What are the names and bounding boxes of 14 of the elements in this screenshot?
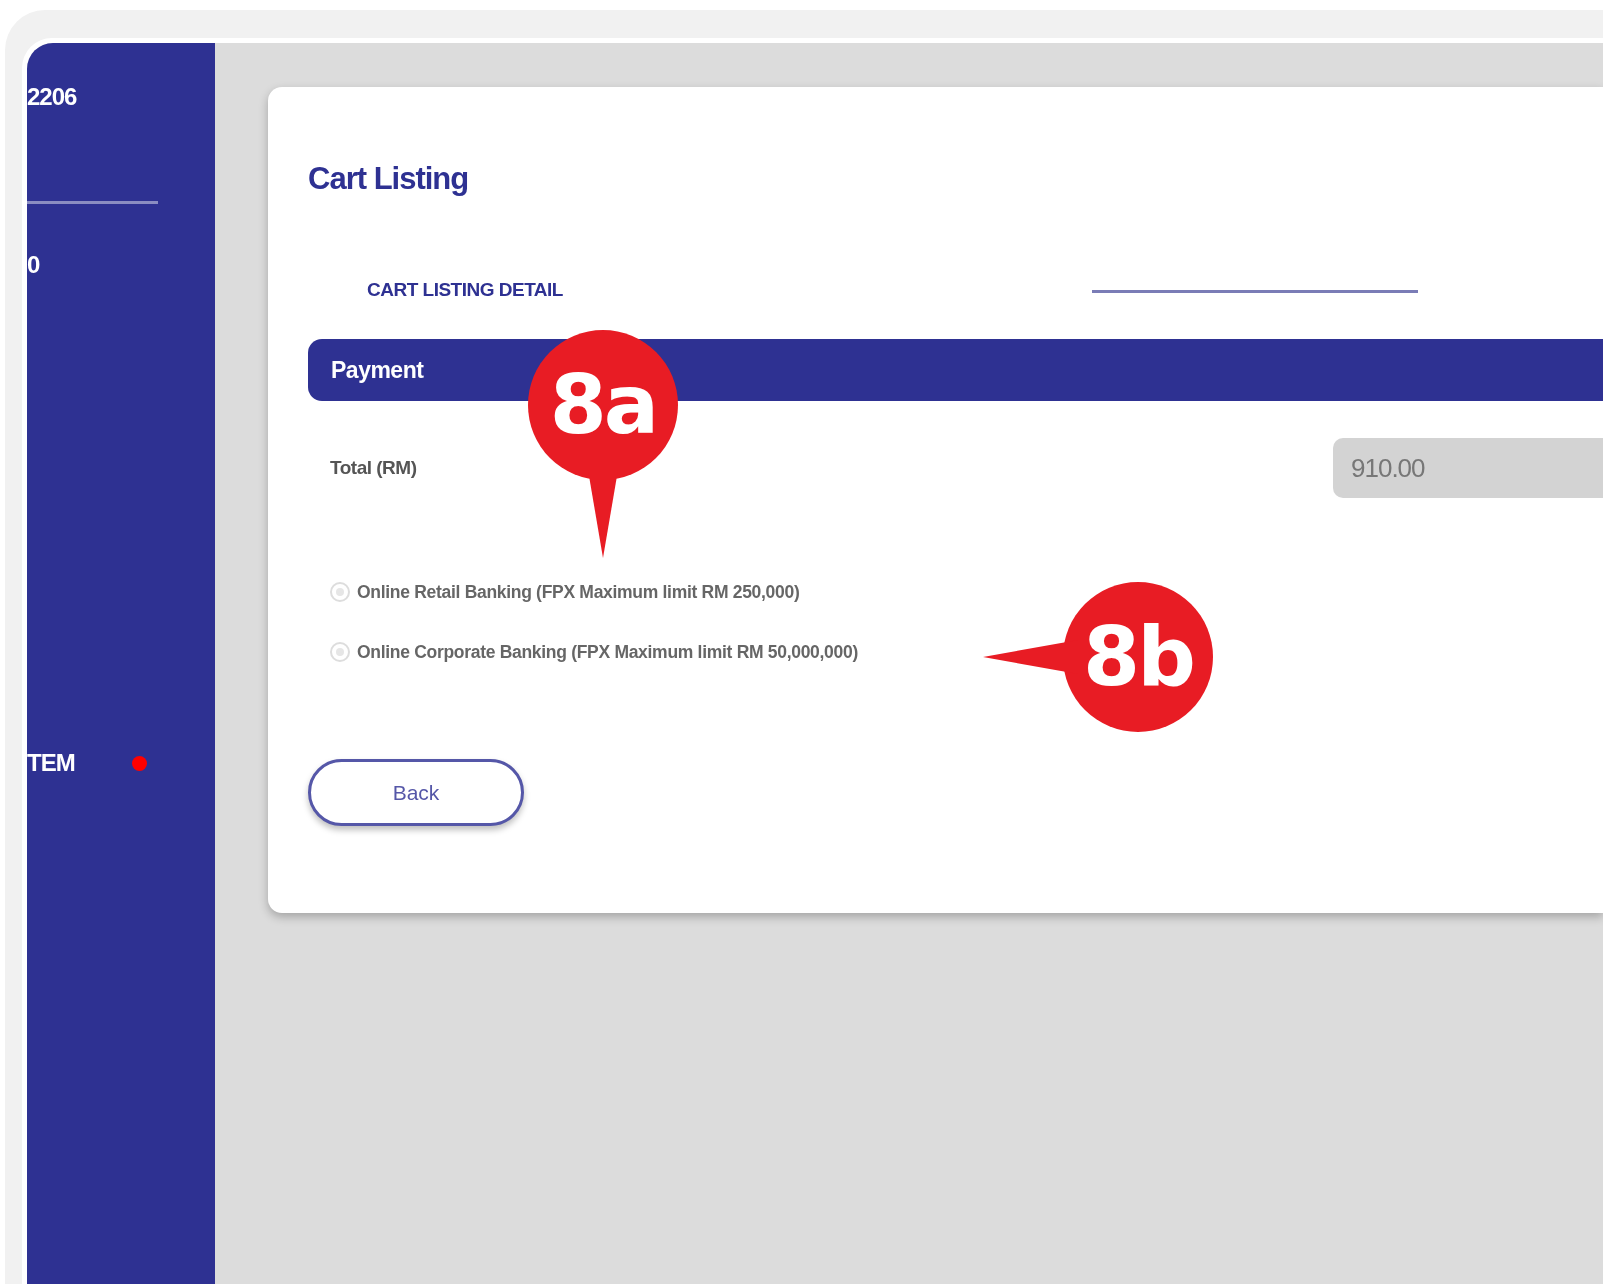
callout-label: 8a <box>549 364 657 446</box>
callout-label: 8b <box>1083 616 1193 698</box>
radio-button[interactable] <box>330 582 350 602</box>
page-title: Cart Listing <box>308 160 469 198</box>
account-number: 2206 <box>27 83 78 111</box>
option-label[interactable]: Online Retail Banking (FPX Maximum limit RM 250,000) <box>357 581 800 603</box>
field-label: Total (RM) <box>330 457 417 479</box>
sidebar-text: 0 <box>27 251 41 279</box>
tab[interactable]: CART LISTING DETAIL <box>367 278 563 304</box>
sidebar-item[interactable]: TEM <box>27 749 75 777</box>
back-button[interactable]: Back <box>308 759 524 826</box>
section-title: Payment <box>331 356 424 384</box>
radio-button[interactable] <box>330 642 350 662</box>
option-label[interactable]: Online Corporate Banking (FPX Maximum limit RM 50,000,000) <box>357 641 858 663</box>
